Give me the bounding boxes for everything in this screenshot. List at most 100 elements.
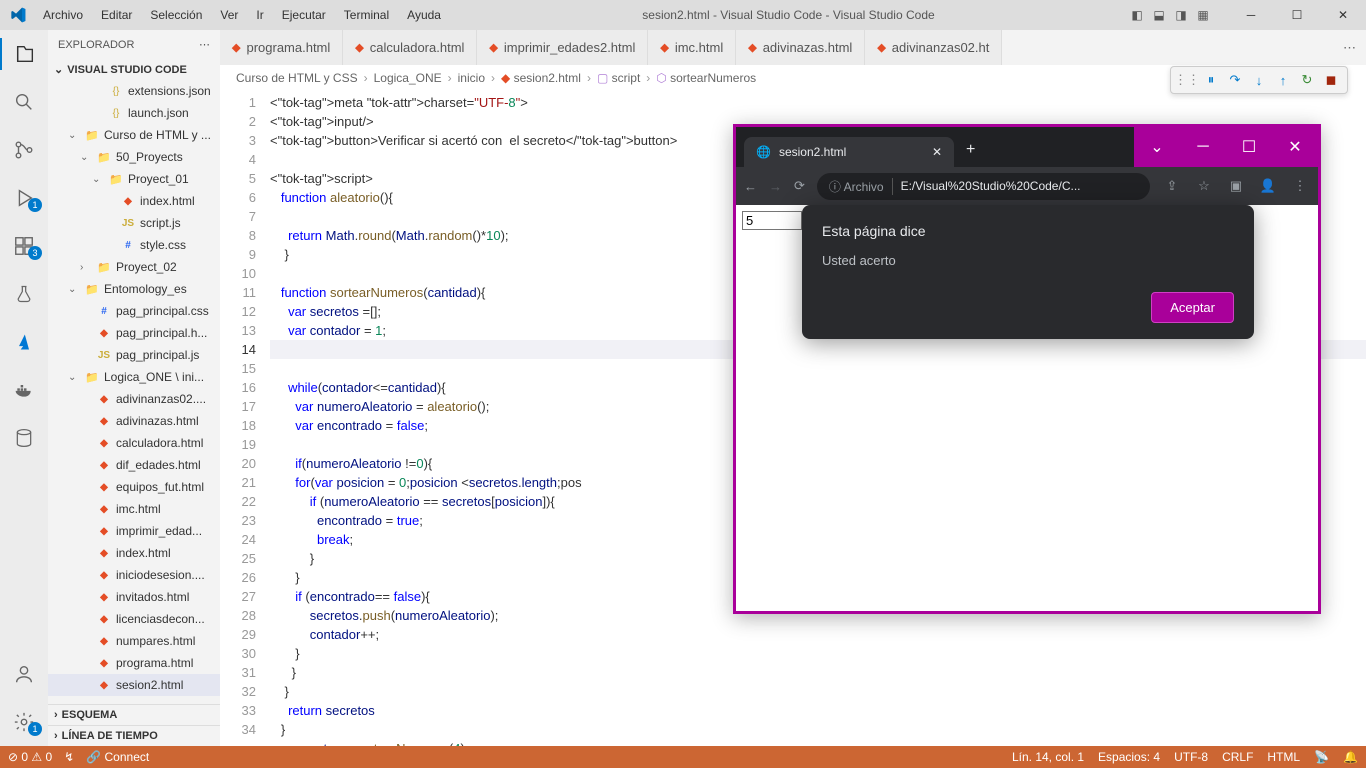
file-item[interactable]: JSscript.js xyxy=(48,212,220,234)
status-cursor[interactable]: Lín. 14, col. 1 xyxy=(1012,750,1084,764)
breadcrumb-item[interactable]: ◆ sesion2.html xyxy=(501,71,581,85)
sidebar-more-icon[interactable]: ⋯ xyxy=(199,38,210,51)
editor-tab[interactable]: ◆imprimir_edades2.html xyxy=(477,30,648,65)
debug-pause-icon[interactable]: ⏸ xyxy=(1201,70,1221,90)
file-item[interactable]: ◆imc.html xyxy=(48,498,220,520)
folder-item[interactable]: ⌄Proyect_01 xyxy=(48,168,220,190)
status-eol[interactable]: CRLF xyxy=(1222,750,1253,764)
menu-ayuda[interactable]: Ayuda xyxy=(399,4,449,26)
file-item[interactable]: ◆index.html xyxy=(48,190,220,212)
browser-tab[interactable]: 🌐 sesion2.html ✕ xyxy=(744,137,954,167)
file-item[interactable]: ◆index.html xyxy=(48,542,220,564)
layout-sidebar-left-icon[interactable]: ◧ xyxy=(1128,6,1146,24)
menu-ejecutar[interactable]: Ejecutar xyxy=(274,4,334,26)
reading-list-icon[interactable]: ▣ xyxy=(1226,178,1246,194)
status-encoding[interactable]: UTF-8 xyxy=(1174,750,1208,764)
database-icon[interactable] xyxy=(0,422,48,454)
menu-ver[interactable]: Ver xyxy=(212,4,246,26)
folder-item[interactable]: ⌄Entomology_es xyxy=(48,278,220,300)
file-item[interactable]: ◆iniciodesesion.... xyxy=(48,564,220,586)
docker-icon[interactable] xyxy=(0,374,48,406)
layout-controls[interactable]: ◧ ⬓ ◨ ▦ xyxy=(1128,6,1212,24)
debug-step-into-icon[interactable]: ↓ xyxy=(1249,70,1269,90)
back-icon[interactable]: ← xyxy=(744,179,757,194)
editor-tab[interactable]: ◆calculadora.html xyxy=(343,30,477,65)
menu-ir[interactable]: Ir xyxy=(248,4,271,26)
source-control-icon[interactable] xyxy=(0,134,48,166)
status-spaces[interactable]: Espacios: 4 xyxy=(1098,750,1160,764)
editor-tab[interactable]: ◆imc.html xyxy=(648,30,736,65)
debug-drag-icon[interactable]: ⋮⋮ xyxy=(1177,70,1197,90)
tab-close-icon[interactable]: ✕ xyxy=(932,145,942,159)
menu-terminal[interactable]: Terminal xyxy=(336,4,397,26)
extensions-icon[interactable]: 3 xyxy=(0,230,48,262)
explorer-icon[interactable] xyxy=(0,38,48,70)
status-bell-icon[interactable]: 🔔 xyxy=(1343,750,1358,764)
breadcrumb-item[interactable]: Logica_ONE xyxy=(374,71,442,85)
file-item[interactable]: JSpag_principal.js xyxy=(48,344,220,366)
folder-item[interactable]: ⌄50_Proyects xyxy=(48,146,220,168)
forward-icon[interactable]: → xyxy=(769,179,782,194)
share-icon[interactable]: ⇪ xyxy=(1162,178,1182,194)
file-item[interactable]: {}launch.json xyxy=(48,102,220,124)
browser-maximize-button[interactable]: ☐ xyxy=(1226,131,1272,163)
browser-minimize-button[interactable]: ─ xyxy=(1180,131,1226,163)
file-item[interactable]: ◆invitados.html xyxy=(48,586,220,608)
settings-icon[interactable]: 1 xyxy=(0,706,48,738)
menu-selección[interactable]: Selección xyxy=(142,4,210,26)
file-item[interactable]: ◆imprimir_edad... xyxy=(48,520,220,542)
file-item[interactable]: ◆equipos_fut.html xyxy=(48,476,220,498)
folder-item[interactable]: ⌄Curso de HTML y ... xyxy=(48,124,220,146)
layout-customize-icon[interactable]: ▦ xyxy=(1194,6,1212,24)
editor-tab[interactable]: ◆adivinazas.html xyxy=(736,30,865,65)
accounts-icon[interactable] xyxy=(0,658,48,690)
dialog-accept-button[interactable]: Aceptar xyxy=(1151,292,1234,323)
browser-close-button[interactable]: ✕ xyxy=(1272,131,1318,163)
breadcrumb-item[interactable]: ⬡ sortearNumeros xyxy=(656,71,756,85)
status-problems[interactable]: ⊘ 0 ⚠ 0 xyxy=(8,750,52,764)
profile-icon[interactable]: 👤 xyxy=(1258,178,1278,194)
file-item[interactable]: ◆calculadora.html xyxy=(48,432,220,454)
file-item[interactable]: ◆sesion2.html xyxy=(48,674,220,696)
debug-step-out-icon[interactable]: ↑ xyxy=(1273,70,1293,90)
folder-item[interactable]: ⌄Logica_ONE \ ini... xyxy=(48,366,220,388)
editor-tab[interactable]: ◆adivinanzas02.ht xyxy=(865,30,1002,65)
status-ports[interactable]: ↯ xyxy=(64,750,74,764)
editor-tab[interactable]: ◆programa.html xyxy=(220,30,343,65)
status-feedback-icon[interactable]: 📡 xyxy=(1314,750,1329,764)
tab-actions[interactable]: ⋯ xyxy=(1333,30,1366,65)
debug-toolbar[interactable]: ⋮⋮ ⏸ ↷ ↓ ↑ ↻ ◼ xyxy=(1170,66,1348,94)
breadcrumb-item[interactable]: inicio xyxy=(458,71,485,85)
status-connect[interactable]: 🔗 Connect xyxy=(86,750,149,764)
file-item[interactable]: ◆licenciasdecon... xyxy=(48,608,220,630)
browser-dropdown-icon[interactable]: ⌄ xyxy=(1134,131,1180,163)
timeline-section[interactable]: ›LÍNEA DE TIEMPO xyxy=(48,725,220,746)
file-item[interactable]: ◆numpares.html xyxy=(48,630,220,652)
breadcrumb-item[interactable]: Curso de HTML y CSS xyxy=(236,71,358,85)
file-item[interactable]: ◆dif_edades.html xyxy=(48,454,220,476)
reload-icon[interactable]: ⟳ xyxy=(794,178,805,194)
file-item[interactable]: {}extensions.json xyxy=(48,80,220,102)
breadcrumb-item[interactable]: ▢ script xyxy=(597,71,640,85)
file-item[interactable]: #pag_principal.css xyxy=(48,300,220,322)
azure-icon[interactable] xyxy=(0,326,48,358)
layout-sidebar-right-icon[interactable]: ◨ xyxy=(1172,6,1190,24)
debug-stop-icon[interactable]: ◼ xyxy=(1321,70,1341,90)
menu-editar[interactable]: Editar xyxy=(93,4,140,26)
file-item[interactable]: #style.css xyxy=(48,234,220,256)
minimize-button[interactable]: ─ xyxy=(1228,0,1274,30)
file-item[interactable]: ◆programa.html xyxy=(48,652,220,674)
status-language[interactable]: HTML xyxy=(1267,750,1300,764)
layout-panel-icon[interactable]: ⬓ xyxy=(1150,6,1168,24)
browser-menu-icon[interactable]: ⋮ xyxy=(1290,178,1310,194)
file-item[interactable]: ◆adivinazas.html xyxy=(48,410,220,432)
search-icon[interactable] xyxy=(0,86,48,118)
debug-restart-icon[interactable]: ↻ xyxy=(1297,70,1317,90)
menu-archivo[interactable]: Archivo xyxy=(35,4,91,26)
file-item[interactable]: ◆pag_principal.h... xyxy=(48,322,220,344)
debug-step-over-icon[interactable]: ↷ xyxy=(1225,70,1245,90)
address-bar[interactable]: ⓘ Archivo E:/Visual%20Studio%20Code/C... xyxy=(817,173,1150,200)
more-tabs-icon[interactable]: ⋯ xyxy=(1343,40,1356,56)
testing-icon[interactable] xyxy=(0,278,48,310)
outline-section[interactable]: ›ESQUEMA xyxy=(48,704,220,725)
